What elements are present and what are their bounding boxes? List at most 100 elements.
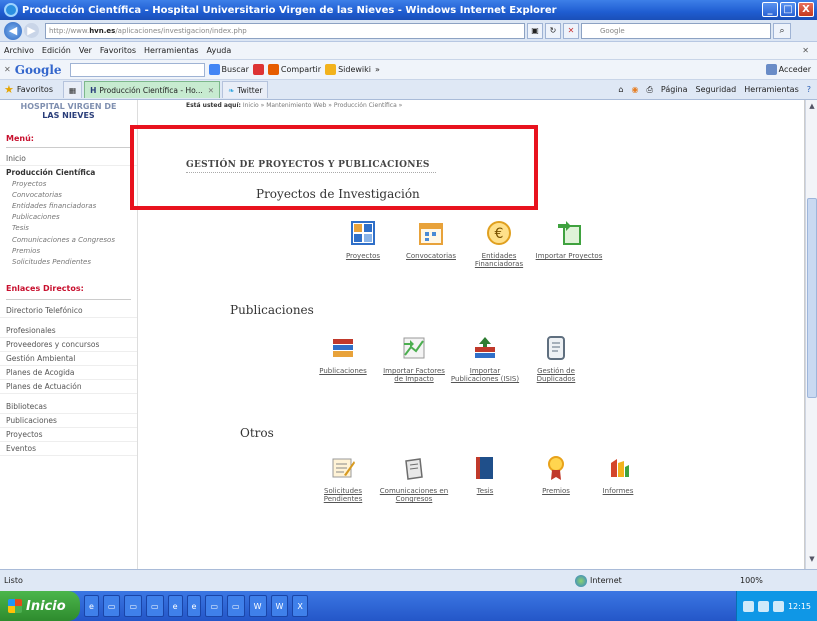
item-label-proyectos[interactable]: Proyectos — [327, 252, 399, 260]
taskbar-word-1[interactable]: W — [248, 595, 267, 617]
calendar-icon[interactable] — [418, 220, 444, 246]
maximize-button[interactable]: □ — [780, 2, 796, 17]
search-input[interactable]: Google — [581, 22, 771, 39]
sidebar-item-inicio[interactable]: Inicio — [0, 152, 137, 166]
item-label-importar-publicaciones-isis[interactable]: Importar Publicaciones (ISIS) — [449, 367, 521, 383]
tab-twitter[interactable]: ❧ Twitter — [222, 81, 269, 98]
item-importar-proyectos[interactable]: Importar Proyectos — [533, 220, 605, 260]
sidebar-link-publicaciones[interactable]: Publicaciones — [0, 414, 137, 428]
award-icon[interactable] — [543, 455, 569, 481]
taskbar-excel[interactable]: X — [292, 595, 308, 617]
zoom-level[interactable]: 100% — [740, 576, 763, 585]
import-sheet-icon[interactable] — [556, 220, 582, 246]
compat-view-icon[interactable]: ▣ — [527, 22, 543, 39]
help-icon[interactable]: ? — [807, 85, 811, 94]
taskbar-outlook[interactable]: ▭ — [124, 595, 143, 617]
sidebar-sub-publicaciones[interactable]: Publicaciones — [0, 212, 137, 223]
sidebar-link-proveedores[interactable]: Proveedores y concursos — [0, 338, 137, 352]
clock[interactable]: 12:15 — [788, 602, 811, 611]
tray-antivirus-icon[interactable] — [772, 600, 784, 612]
sidebar-sub-premios[interactable]: Premios — [0, 246, 137, 257]
menu-archivo[interactable]: Archivo — [4, 46, 34, 55]
item-label-convocatorias[interactable]: Convocatorias — [395, 252, 467, 260]
sidebar-sub-convocatorias[interactable]: Convocatorias — [0, 190, 137, 201]
item-tesis[interactable]: Tesis — [449, 455, 521, 495]
taskbar-photo[interactable]: ▭ — [146, 595, 164, 617]
taskbar-ie-1[interactable]: e — [167, 595, 183, 617]
scroll-up-icon[interactable]: ▲ — [806, 102, 817, 114]
favorites-button[interactable]: ★ Favoritos — [4, 83, 53, 96]
item-label-gestion-de-duplicados[interactable]: Gestión de Duplicados — [520, 367, 592, 383]
gmail-button[interactable] — [252, 64, 264, 75]
sidebar-sub-comunicaciones[interactable]: Comunicaciones a Congresos — [0, 234, 137, 246]
breadcrumb-path[interactable]: Inicio » Mantenimiento Web » Producción … — [243, 102, 403, 109]
sidebar-item-produccion[interactable]: Producción Científica — [0, 166, 137, 179]
minimize-button[interactable]: _ — [762, 2, 778, 17]
item-label-importar-proyectos[interactable]: Importar Proyectos — [533, 252, 605, 260]
tray-volume-icon[interactable] — [757, 600, 769, 612]
item-proyectos[interactable]: Proyectos — [327, 220, 399, 260]
acceder-button[interactable]: Acceder — [765, 64, 811, 75]
item-label-informes[interactable]: Informes — [582, 487, 654, 495]
search-icon[interactable]: ⌕ — [773, 22, 791, 39]
tab-produccion[interactable]: H Producción Científica - Ho... ✕ — [84, 81, 221, 98]
pending-note-icon[interactable] — [330, 455, 356, 481]
taskbar-word-2[interactable]: W — [270, 595, 289, 617]
sidebar-link-gestion-ambiental[interactable]: Gestión Ambiental — [0, 352, 137, 366]
report-icon[interactable] — [605, 455, 631, 481]
sidebar-sub-proyectos[interactable]: Proyectos — [0, 179, 137, 190]
address-bar[interactable]: http://www. hvn.es/aplicaciones/investiga… — [45, 22, 525, 39]
duplicates-icon[interactable] — [543, 335, 569, 361]
quicklaunch-ie-icon[interactable]: e — [84, 595, 99, 617]
import-chart-icon[interactable] — [401, 335, 427, 361]
security-menu[interactable]: Seguridad — [696, 85, 737, 94]
table-icon[interactable] — [350, 220, 376, 246]
close-button[interactable]: X — [798, 2, 814, 17]
item-entidades-financiadoras[interactable]: € Entidades Financiadoras — [463, 220, 535, 268]
item-label-solicitudes-pendientes[interactable]: Solicitudes Pendientes — [307, 487, 379, 503]
item-informes[interactable]: Informes — [582, 455, 654, 495]
taskbar-folder-2[interactable]: ▭ — [227, 595, 245, 617]
home-icon[interactable]: ⌂ — [618, 85, 623, 94]
stop-icon[interactable]: ✕ — [563, 22, 579, 39]
taskbar-outlook-2[interactable]: ▭ — [205, 595, 224, 617]
taskbar-folder-1[interactable]: ▭ — [102, 595, 121, 617]
close-toolbar-icon[interactable]: ✕ — [802, 46, 809, 55]
menu-edicion[interactable]: Edición — [42, 46, 71, 55]
item-comunicaciones-en-congresos[interactable]: Comunicaciones en Congresos — [378, 455, 450, 503]
compartir-button[interactable]: Compartir — [267, 64, 321, 75]
print-icon[interactable]: ⎙ — [646, 85, 652, 95]
menu-ver[interactable]: Ver — [79, 46, 92, 55]
menu-herramientas[interactable]: Herramientas — [144, 46, 199, 55]
item-convocatorias[interactable]: Convocatorias — [395, 220, 467, 260]
euro-icon[interactable]: € — [486, 220, 512, 246]
forward-button[interactable]: ▶ — [24, 23, 39, 38]
item-label-comunicaciones-en-congresos[interactable]: Comunicaciones en Congresos — [378, 487, 450, 503]
vertical-scrollbar[interactable]: ▲ ▼ — [805, 100, 817, 569]
tools-menu[interactable]: Herramientas — [744, 85, 799, 94]
quick-tabs-button[interactable]: ▦ — [62, 81, 83, 98]
menu-ayuda[interactable]: Ayuda — [207, 46, 232, 55]
menu-favoritos[interactable]: Favoritos — [100, 46, 136, 55]
sidebar-sub-entidades[interactable]: Entidades financiadoras — [0, 201, 137, 212]
item-label-importar-factores-de-impacto[interactable]: Importar Factores de Impacto — [378, 367, 450, 383]
item-label-publicaciones[interactable]: Publicaciones — [307, 367, 379, 375]
buscar-button[interactable]: Buscar — [208, 64, 249, 75]
scroll-thumb[interactable] — [807, 198, 817, 398]
item-solicitudes-pendientes[interactable]: Solicitudes Pendientes — [307, 455, 379, 503]
book-icon[interactable] — [472, 455, 498, 481]
sidebar-sub-solicitudes[interactable]: Solicitudes Pendientes — [0, 257, 137, 268]
security-zone[interactable]: Internet — [575, 574, 622, 587]
back-button[interactable]: ◀ — [4, 21, 22, 40]
sidebar-link-profesionales[interactable]: Profesionales — [0, 324, 137, 338]
page-menu[interactable]: Página — [661, 85, 688, 94]
sidebar-link-eventos[interactable]: Eventos — [0, 442, 137, 456]
books-icon[interactable] — [330, 335, 356, 361]
item-label-tesis[interactable]: Tesis — [449, 487, 521, 495]
item-importar-factores-de-impacto[interactable]: Importar Factores de Impacto — [378, 335, 450, 383]
sidebar-link-directorio[interactable]: Directorio Telefónico — [0, 304, 137, 318]
more-tools-button[interactable]: » — [375, 65, 380, 74]
import-books-icon[interactable] — [472, 335, 498, 361]
scroll-down-icon[interactable]: ▼ — [806, 555, 817, 567]
podium-icon[interactable] — [401, 455, 427, 481]
